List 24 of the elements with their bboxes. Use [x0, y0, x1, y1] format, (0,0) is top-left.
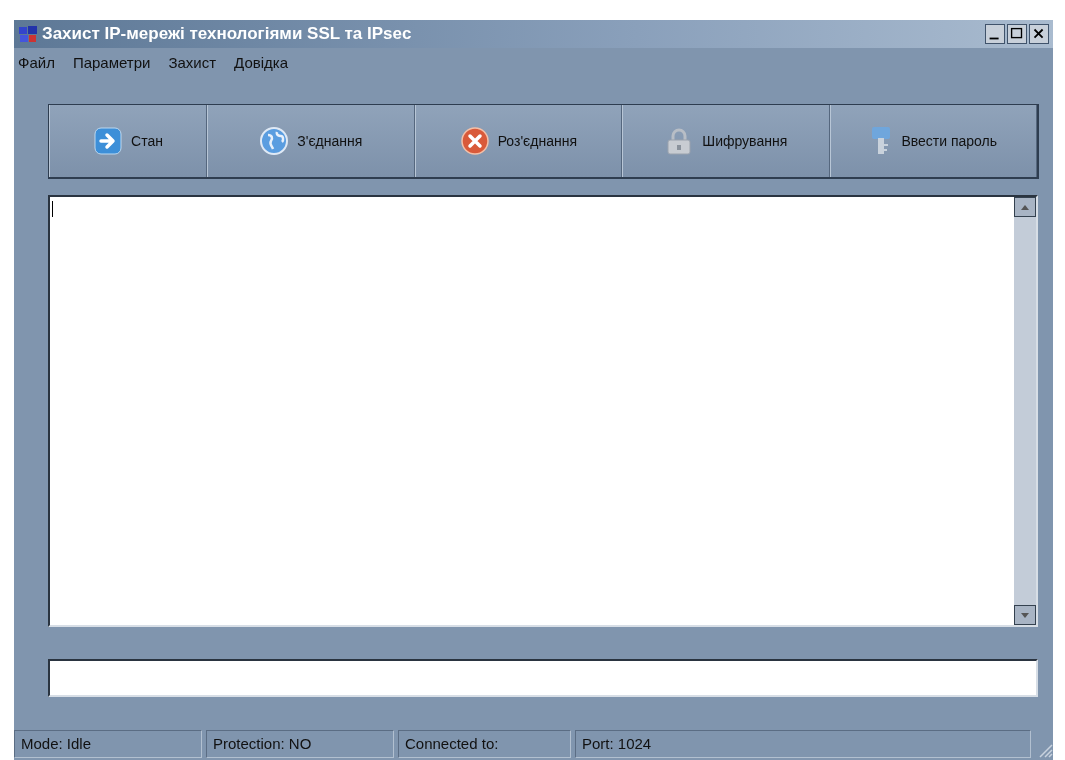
text-cursor	[52, 201, 53, 217]
close-icon[interactable]	[1029, 24, 1049, 44]
input-field[interactable]	[48, 659, 1038, 697]
toolbar-button[interactable]: З'єднання	[207, 105, 415, 177]
app-icon	[18, 25, 38, 43]
menu-item[interactable]: Довідка	[234, 54, 289, 74]
toolbar-button[interactable]: Стан	[49, 105, 208, 177]
status-panel: Connected to:	[398, 730, 571, 758]
toolbar-button[interactable]: Шифрування	[622, 105, 830, 177]
menu-item[interactable]: Захист	[168, 54, 217, 74]
scroll-down-icon[interactable]	[1021, 612, 1029, 618]
scroll-up-icon[interactable]	[1021, 204, 1029, 210]
maximize-icon[interactable]	[1007, 24, 1027, 44]
status-panel: Mode: Idle	[14, 730, 202, 758]
status-panel: Protection: NO	[206, 730, 394, 758]
menu-item[interactable]: Параметри	[72, 54, 151, 74]
minimize-icon[interactable]	[985, 24, 1005, 44]
menu-item[interactable]: Файл	[18, 54, 55, 74]
scrollbar[interactable]	[1014, 197, 1036, 625]
toolbar-button[interactable]: Роз'єднання	[414, 105, 623, 177]
toolbar-button[interactable]: Ввести пароль	[829, 105, 1037, 177]
window-title: Захист IP-мережі технологіями SSL та IPsec	[42, 24, 412, 44]
close-icon	[459, 126, 490, 156]
status-panel: Port: 1024	[575, 730, 1031, 758]
